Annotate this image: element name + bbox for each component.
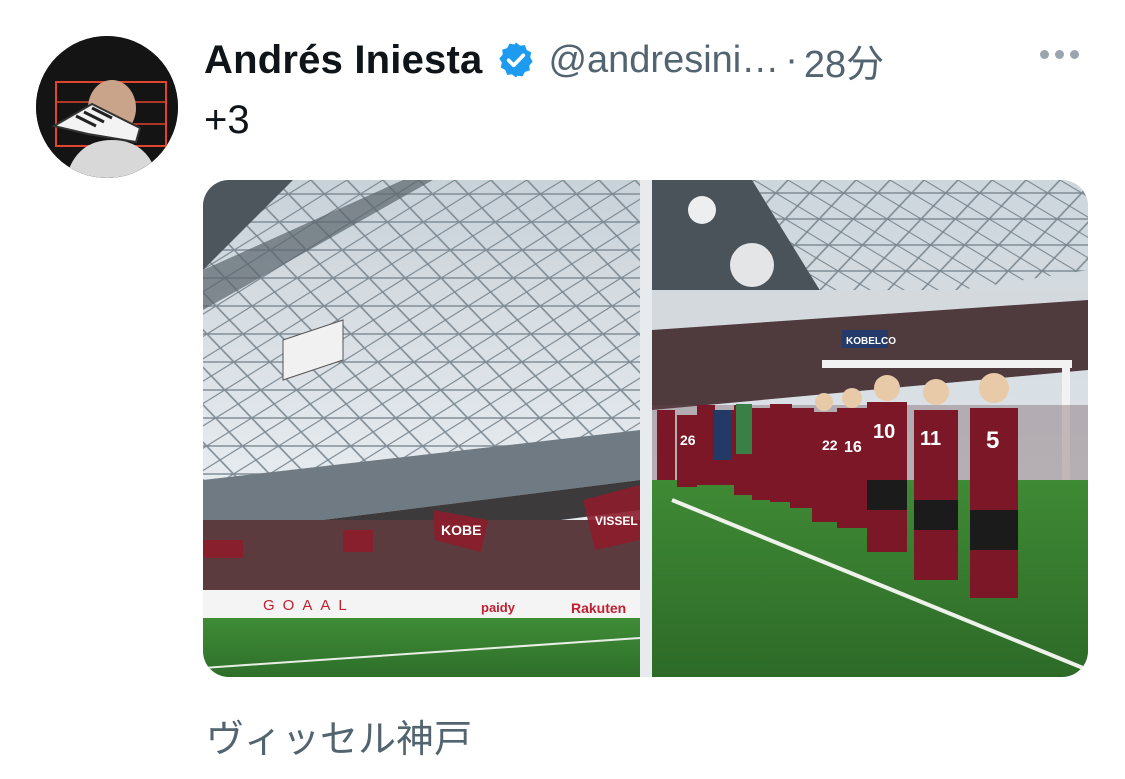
author-handle[interactable]: @andresini… <box>548 39 779 82</box>
svg-text:VISSEL: VISSEL <box>595 514 638 528</box>
avatar-image <box>36 36 178 178</box>
svg-text:11: 11 <box>920 428 941 450</box>
author-avatar[interactable] <box>36 36 178 178</box>
extra-count-text: +3 <box>204 98 250 142</box>
svg-text:26: 26 <box>680 432 696 448</box>
more-dot <box>1055 50 1064 59</box>
svg-text:Rakuten: Rakuten <box>571 600 626 616</box>
verified-badge-icon <box>499 42 534 78</box>
more-dot <box>1040 50 1049 59</box>
svg-text:16: 16 <box>844 439 862 456</box>
stadium-roof-photo[interactable]: KOBE VISSEL GOAAL paidy Rakuten <box>203 180 640 677</box>
author-name[interactable]: Andrés Iniesta <box>204 38 482 83</box>
tweet-header: Andrés Iniesta @andresini… · 28分 <box>204 34 884 86</box>
tweet-timestamp[interactable]: 28分 <box>804 33 884 88</box>
svg-text:22: 22 <box>822 437 838 453</box>
separator-dot: · <box>785 38 798 81</box>
svg-text:GOAAL: GOAAL <box>263 597 355 614</box>
tweet-caption: ヴィッセル神戸 <box>206 719 473 761</box>
svg-text:paidy: paidy <box>481 600 516 615</box>
svg-text:5: 5 <box>986 427 999 454</box>
tweet-media-grid: KOBE VISSEL GOAAL paidy Rakuten KOBELCO … <box>203 180 1088 677</box>
more-options-icon[interactable] <box>1040 50 1079 59</box>
svg-text:10: 10 <box>873 421 895 443</box>
svg-text:KOBELCO: KOBELCO <box>846 336 896 347</box>
svg-text:KOBE: KOBE <box>441 522 481 538</box>
more-dot <box>1070 50 1079 59</box>
players-lineup-photo[interactable]: KOBELCO 26 22 16 10 11 5 <box>652 180 1088 677</box>
